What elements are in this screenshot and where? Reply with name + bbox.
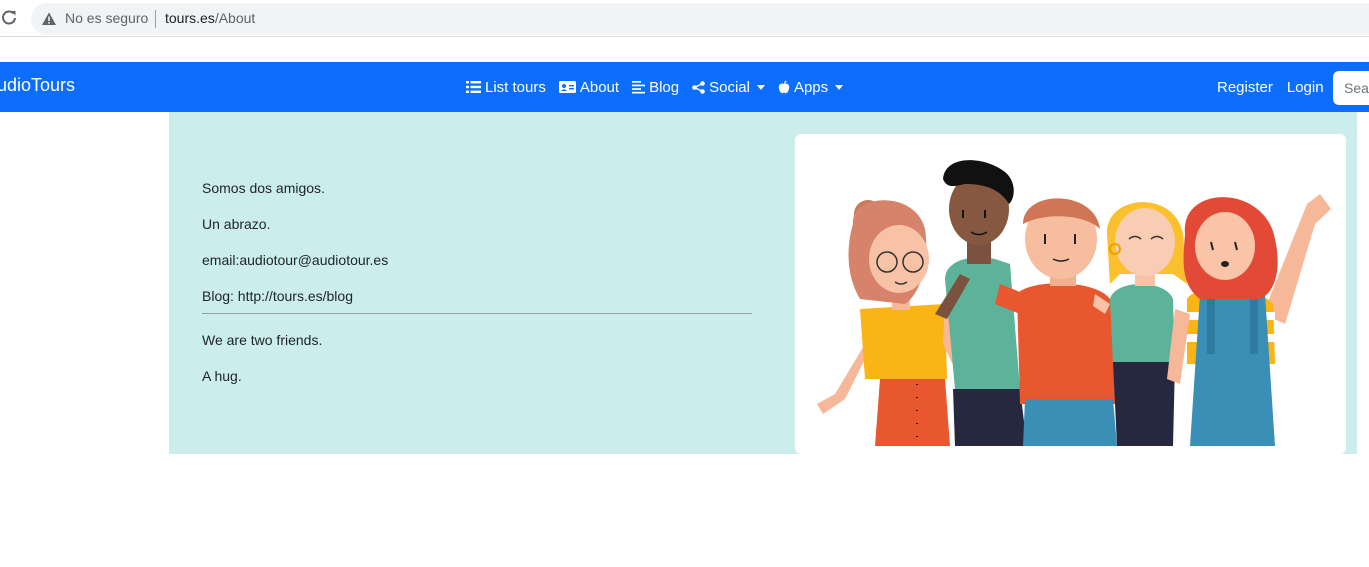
brand-link[interactable]: udioTours — [0, 75, 75, 96]
search-input[interactable] — [1333, 71, 1369, 105]
security-label: No es seguro — [65, 10, 149, 26]
nav-blog[interactable]: Blog — [632, 79, 679, 96]
nav-apps-label: Apps — [793, 78, 829, 96]
address-separator — [155, 10, 156, 28]
about-section: Somos dos amigos. Un abrazo. email:audio… — [169, 112, 1357, 454]
url-text[interactable]: tours.es/About — [165, 10, 255, 26]
about-paragraph: Somos dos amigos. — [202, 180, 325, 196]
nav-apps-dropdown[interactable]: Apps — [778, 78, 844, 96]
id-card-icon — [558, 81, 576, 93]
nav-menu: List tours About Blog Social Apps — [466, 62, 844, 112]
about-text: Somos dos amigos. Un abrazo. email:audio… — [202, 180, 752, 404]
address-bar[interactable]: No es seguro tours.es/About — [31, 3, 1369, 35]
reload-icon[interactable] — [0, 9, 18, 27]
navbar: udioTours List tours About Blog Social A… — [0, 62, 1369, 112]
share-icon — [692, 80, 705, 94]
chevron-down-icon — [835, 84, 844, 90]
nav-social-dropdown[interactable]: Social — [692, 79, 765, 96]
login-link[interactable]: Login — [1287, 79, 1324, 96]
about-blog-link: Blog: http://tours.es/blog — [202, 288, 353, 304]
url-host: tours.es — [165, 10, 215, 26]
divider — [202, 313, 752, 314]
text-lines-icon — [632, 81, 646, 94]
browser-toolbar: No es seguro tours.es/About — [0, 0, 1369, 37]
url-path: /About — [214, 10, 256, 26]
chevron-down-icon — [756, 84, 765, 90]
friends-image — [817, 160, 1331, 446]
register-link[interactable]: Register — [1217, 79, 1273, 96]
apple-icon — [778, 80, 790, 94]
nav-list-tours[interactable]: List tours — [466, 79, 546, 96]
nav-auth: Register Login — [1217, 62, 1324, 112]
about-paragraph: We are two friends. — [202, 332, 323, 348]
about-email: email:audiotour@audiotour.es — [202, 252, 389, 268]
friends-illustration — [795, 134, 1346, 454]
nav-blog-label: Blog — [649, 78, 680, 96]
about-paragraph: Un abrazo. — [202, 216, 271, 232]
nav-list-tours-label: List tours — [485, 78, 546, 96]
nav-about[interactable]: About — [558, 78, 620, 96]
warning-icon[interactable] — [41, 11, 57, 27]
about-paragraph: A hug. — [202, 368, 242, 384]
nav-social-label: Social — [709, 78, 750, 96]
list-icon — [466, 81, 481, 93]
nav-about-label: About — [579, 78, 620, 96]
